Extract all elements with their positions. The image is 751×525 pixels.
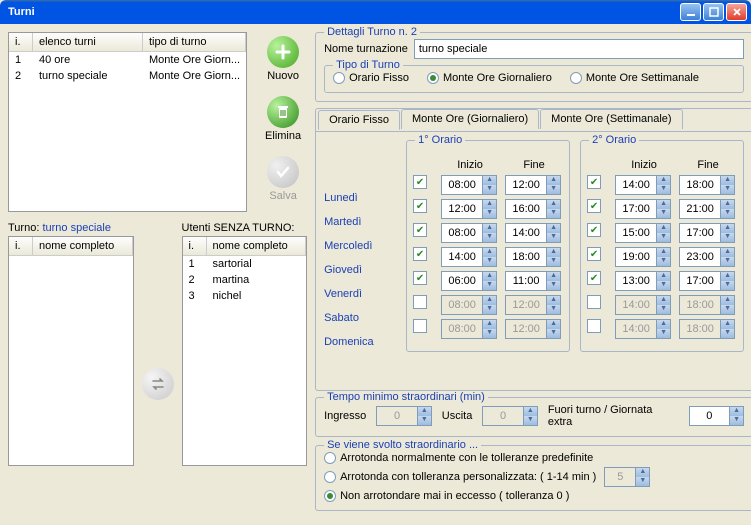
col-type[interactable]: tipo di turno: [143, 33, 246, 51]
trash-icon: [267, 96, 299, 128]
tab-fixed[interactable]: Orario Fisso: [318, 110, 400, 130]
overtime-in-spinner[interactable]: 0▲▼: [376, 406, 431, 426]
day-checkbox[interactable]: [587, 199, 601, 213]
col-index[interactable]: i.: [9, 33, 33, 51]
maximize-button[interactable]: [703, 3, 724, 21]
day-checkbox[interactable]: [587, 295, 601, 309]
time-spinner[interactable]: 17:00▲▼: [615, 199, 671, 219]
orario1-label: 1° Orario: [415, 134, 465, 146]
day-checkbox[interactable]: [413, 199, 427, 213]
day-checkbox[interactable]: [413, 175, 427, 189]
time-spinner[interactable]: 14:00▲▼: [615, 175, 671, 195]
day-checkbox[interactable]: [413, 295, 427, 309]
unassigned-list[interactable]: i. nome completo 1sartorial2martina3nich…: [182, 236, 308, 466]
tab-daily[interactable]: Monte Ore (Giornaliero): [401, 109, 539, 129]
list-item[interactable]: 1sartorial: [183, 256, 307, 272]
detail-title: Dettagli Turno n. 2: [324, 26, 420, 38]
day-label: Lunedì: [324, 188, 396, 208]
window-title: Turni: [4, 6, 680, 18]
time-spinner[interactable]: 08:00▲▼: [441, 295, 497, 315]
time-spinner[interactable]: 18:00▲▼: [679, 319, 735, 339]
day-label: Venerdì: [324, 284, 396, 304]
day-checkbox[interactable]: [413, 247, 427, 261]
table-row[interactable]: 2turno specialeMonte Ore Giorn...: [9, 68, 246, 84]
overtime-out-spinner[interactable]: 0▲▼: [482, 406, 537, 426]
time-spinner[interactable]: 12:00▲▼: [505, 319, 561, 339]
swap-button[interactable]: [142, 368, 174, 400]
time-spinner[interactable]: 14:00▲▼: [505, 223, 561, 243]
time-spinner[interactable]: 12:00▲▼: [441, 199, 497, 219]
day-checkbox[interactable]: [413, 271, 427, 285]
day-checkbox[interactable]: [587, 175, 601, 189]
day-checkbox[interactable]: [587, 319, 601, 333]
time-spinner[interactable]: 11:00▲▼: [505, 271, 561, 291]
time-spinner[interactable]: 21:00▲▼: [679, 199, 735, 219]
table-row[interactable]: 140 oreMonte Ore Giorn...: [9, 52, 246, 68]
time-spinner[interactable]: 17:00▲▼: [679, 223, 735, 243]
name-label: Nome turnazione: [324, 43, 408, 55]
radio-daily[interactable]: Monte Ore Giornaliero: [427, 72, 552, 84]
time-spinner[interactable]: 15:00▲▼: [615, 223, 671, 243]
day-checkbox[interactable]: [587, 247, 601, 261]
close-button[interactable]: [726, 3, 747, 21]
time-spinner[interactable]: 19:00▲▼: [615, 247, 671, 267]
shift-list[interactable]: i. elenco turni tipo di turno 140 oreMon…: [8, 32, 247, 212]
day-label: Mercoledì: [324, 236, 396, 256]
titlebar[interactable]: Turni: [0, 0, 751, 24]
plus-icon: [267, 36, 299, 68]
radio-weekly[interactable]: Monte Ore Settimanale: [570, 72, 699, 84]
radio-fixed[interactable]: Orario Fisso: [333, 72, 409, 84]
day-label: Martedì: [324, 212, 396, 232]
time-spinner[interactable]: 14:00▲▼: [615, 319, 671, 339]
overtime-extra-spinner[interactable]: 0▲▼: [689, 406, 744, 426]
rounding-opt2[interactable]: Arrotonda con tolleranza personalizzata:…: [324, 471, 596, 483]
time-spinner[interactable]: 17:00▲▼: [679, 271, 735, 291]
rounding-opt2-spinner[interactable]: 5▲▼: [604, 467, 650, 487]
list-item[interactable]: 2martina: [183, 272, 307, 288]
list-item[interactable]: 3nichel: [183, 288, 307, 304]
tab-weekly[interactable]: Monte Ore (Settimanale): [540, 109, 682, 129]
time-spinner[interactable]: 14:00▲▼: [615, 295, 671, 315]
day-label: Giovedì: [324, 260, 396, 280]
time-spinner[interactable]: 06:00▲▼: [441, 271, 497, 291]
rounding-opt1[interactable]: Arrotonda normalmente con le tolleranze …: [324, 452, 593, 464]
time-spinner[interactable]: 14:00▲▼: [441, 247, 497, 267]
time-spinner[interactable]: 13:00▲▼: [615, 271, 671, 291]
check-icon: [267, 156, 299, 188]
day-checkbox[interactable]: [413, 223, 427, 237]
unassigned-label: Utenti SENZA TURNO:: [182, 222, 308, 234]
time-spinner[interactable]: 18:00▲▼: [505, 247, 561, 267]
day-checkbox[interactable]: [587, 223, 601, 237]
assigned-label: Turno: turno speciale: [8, 222, 134, 234]
day-label: Domenica: [324, 332, 396, 352]
delete-button[interactable]: Elimina: [259, 92, 307, 146]
rounding-fieldset: Se viene svolto straordinario ... Arroto…: [315, 445, 751, 511]
time-spinner[interactable]: 18:00▲▼: [679, 295, 735, 315]
day-checkbox[interactable]: [413, 319, 427, 333]
day-label: Sabato: [324, 308, 396, 328]
new-button[interactable]: Nuovo: [259, 32, 307, 86]
rounding-opt3[interactable]: Non arrotondare mai in eccesso ( tollera…: [324, 490, 569, 502]
minimize-button[interactable]: [680, 3, 701, 21]
save-button: Salva: [259, 152, 307, 206]
time-spinner[interactable]: 18:00▲▼: [679, 175, 735, 195]
schedule-tabs: Orario Fisso Monte Ore (Giornaliero) Mon…: [315, 108, 751, 391]
type-legend: Tipo di Turno: [333, 59, 403, 71]
time-spinner[interactable]: 12:00▲▼: [505, 175, 561, 195]
detail-fieldset: Dettagli Turno n. 2 Nome turnazione Tipo…: [315, 32, 751, 102]
swap-icon: [149, 375, 167, 393]
time-spinner[interactable]: 08:00▲▼: [441, 223, 497, 243]
time-spinner[interactable]: 12:00▲▼: [505, 295, 561, 315]
time-spinner[interactable]: 23:00▲▼: [679, 247, 735, 267]
col-name[interactable]: elenco turni: [33, 33, 143, 51]
overtime-fieldset: Tempo minimo straordinari (min) Ingresso…: [315, 397, 751, 437]
time-spinner[interactable]: 08:00▲▼: [441, 319, 497, 339]
name-input[interactable]: [414, 39, 744, 59]
assigned-list[interactable]: i. nome completo: [8, 236, 134, 466]
time-spinner[interactable]: 16:00▲▼: [505, 199, 561, 219]
day-checkbox[interactable]: [587, 271, 601, 285]
orario2-label: 2° Orario: [589, 134, 639, 146]
time-spinner[interactable]: 08:00▲▼: [441, 175, 497, 195]
